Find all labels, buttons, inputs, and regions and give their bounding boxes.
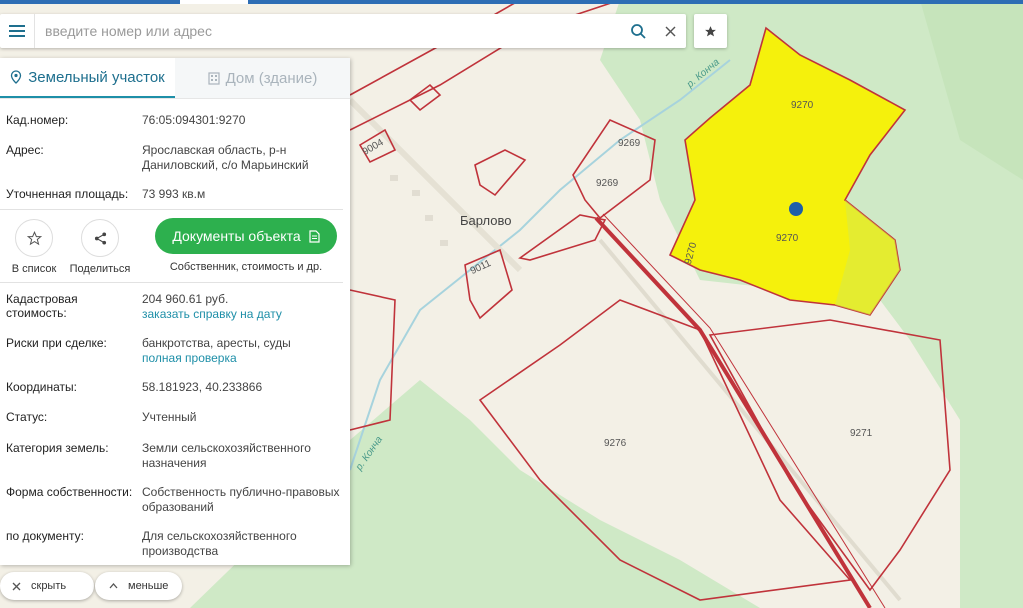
parcel-label[interactable]: 9276 [604, 438, 626, 449]
building [440, 240, 448, 246]
star-outline-icon [26, 230, 42, 245]
button-label: Документы объекта [172, 228, 301, 244]
building [412, 190, 420, 196]
place-name: Барлово [460, 213, 512, 228]
hide-panel-button[interactable]: скрыть [0, 572, 94, 600]
parcel-label[interactable]: 9270 [776, 233, 798, 244]
parcel-label[interactable]: 9270 [791, 100, 813, 111]
share-action[interactable]: Поделиться [68, 219, 132, 275]
share-button[interactable] [81, 219, 119, 257]
field-label: Адрес: [6, 143, 44, 157]
parcel-marker [789, 202, 803, 216]
tab-land-plot[interactable]: Земельный участок [0, 58, 175, 98]
field-value: Ярославская область, р-н Даниловский, с/… [142, 143, 309, 172]
action-label: В список [11, 263, 57, 275]
share-icon [94, 231, 106, 245]
field-label: Статус: [6, 410, 48, 424]
search-input[interactable] [35, 15, 622, 47]
tabs: Земельный участок Дом (здание) [0, 58, 350, 99]
hamburger-icon [9, 25, 25, 37]
parcel-label[interactable]: 9269 [618, 138, 640, 149]
search-button[interactable] [622, 14, 654, 48]
field-value: Земли сельскохозяйственного назначения [142, 441, 311, 470]
field-label: Уточненная площадь: [6, 187, 129, 201]
tab-label: Земельный участок [28, 68, 165, 86]
field-value: Для сельскохозяйственного производства [142, 529, 297, 558]
field-label: Кадастровая стоимость: [6, 292, 78, 320]
field-value: 204 960.61 руб. [142, 292, 229, 306]
field-value: Учтенный [142, 410, 197, 424]
field-label: Координаты: [6, 380, 77, 394]
search-bar [0, 14, 686, 48]
field-label: по документу: [6, 529, 84, 543]
less-button[interactable]: меньше [95, 572, 182, 600]
location-pin-icon [11, 70, 22, 84]
field-label: Категория земель: [6, 441, 109, 455]
button-label: меньше [128, 580, 169, 592]
field-value: 73 993 кв.м [142, 187, 206, 201]
field-value: банкротства, аресты, суды [142, 336, 291, 350]
button-label: скрыть [31, 580, 67, 592]
close-icon [12, 582, 21, 590]
parcel-label[interactable]: 9271 [850, 428, 872, 439]
divider [0, 282, 343, 283]
favorites-button[interactable] [694, 14, 727, 48]
field-value-group: банкротства, аресты, суды полная проверк… [142, 336, 342, 366]
field-label: Кад.номер: [6, 113, 69, 127]
close-icon [665, 26, 675, 36]
chevron-up-icon [109, 583, 118, 589]
full-check-link[interactable]: полная проверка [142, 351, 342, 366]
star-icon [705, 25, 716, 36]
parcel-label[interactable]: 9269 [596, 178, 618, 189]
building [425, 215, 433, 221]
object-documents-button[interactable]: Документы объекта [155, 218, 337, 254]
field-value-group: 204 960.61 руб. заказать справку на дату [142, 292, 342, 322]
info-panel: Земельный участок Дом (здание) Кад.номер… [0, 58, 350, 565]
document-icon [309, 229, 320, 243]
tab-building[interactable]: Дом (здание) [175, 58, 350, 98]
add-to-list-action[interactable]: В список [10, 219, 58, 275]
search-icon [631, 24, 646, 39]
field-label: Риски при сделке: [6, 336, 107, 350]
tab-label: Дом (здание) [225, 69, 318, 87]
action-label: Поделиться [69, 263, 131, 275]
field-label: Форма собственности: [6, 485, 133, 499]
documents-subtitle: Собственник, стоимость и др. [169, 261, 323, 273]
building-icon [207, 71, 220, 85]
top-accent-bar [0, 0, 1023, 4]
menu-button[interactable] [0, 14, 35, 48]
cadastral-number-link[interactable]: 76:05:094301:9270 [142, 113, 342, 128]
order-certificate-link[interactable]: заказать справку на дату [142, 307, 342, 322]
field-value: Собственность публично-правовых образова… [142, 485, 340, 514]
divider [0, 209, 343, 210]
add-to-list-button[interactable] [15, 219, 53, 257]
field-value: 58.181923, 40.233866 [142, 380, 263, 394]
clear-button[interactable] [654, 14, 686, 48]
building [390, 175, 398, 181]
